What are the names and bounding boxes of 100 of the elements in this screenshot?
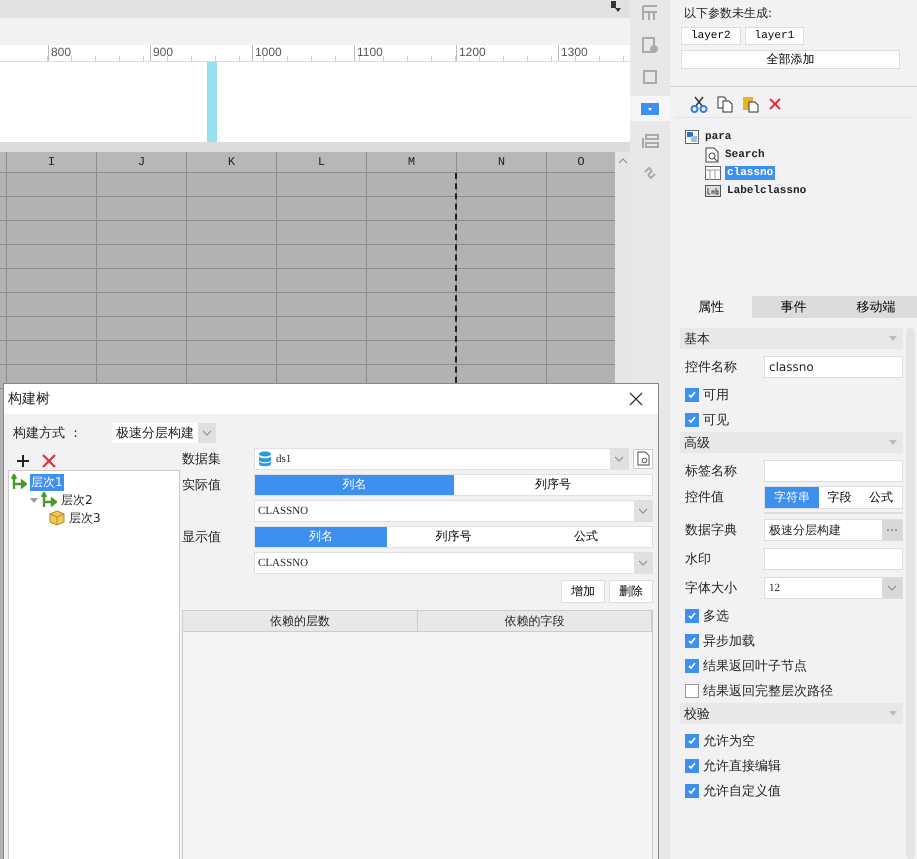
- section-header[interactable]: 基本: [680, 328, 903, 349]
- collapse-icon[interactable]: [889, 336, 897, 341]
- tree-node[interactable]: 层次3: [68, 510, 102, 526]
- column-select[interactable]: CLASSNO: [254, 500, 653, 522]
- collapse-icon[interactable]: [889, 440, 897, 445]
- build-mode-select[interactable]: 极速分层构建: [112, 423, 216, 443]
- check-icon: [687, 760, 697, 770]
- checkbox-label: 可见: [703, 412, 729, 428]
- section-header[interactable]: 高级: [680, 432, 903, 453]
- search-document-icon: [705, 147, 719, 163]
- segment-option[interactable]: 列序号: [387, 526, 520, 546]
- text-field[interactable]: [764, 548, 903, 570]
- segment-option[interactable]: 列序号: [454, 474, 652, 494]
- form-icon: [685, 130, 699, 144]
- tree-node[interactable]: Search: [723, 148, 767, 162]
- select-field[interactable]: 12: [764, 576, 903, 598]
- checkbox-label: 可用: [703, 386, 729, 404]
- add-icon[interactable]: [16, 454, 30, 468]
- chevron-icon: [887, 584, 897, 590]
- more-button[interactable]: [882, 520, 902, 540]
- ruler-label: 900: [150, 45, 252, 61]
- ruler-label: 1000: [252, 45, 354, 61]
- column-header[interactable]: I: [7, 152, 97, 172]
- ruler-label: 1100: [354, 45, 456, 61]
- checkbox-label: 多选: [703, 608, 729, 624]
- tree-node[interactable]: Labelclassno: [725, 184, 808, 198]
- column-header[interactable]: K: [187, 152, 277, 172]
- column-header[interactable]: J: [97, 152, 187, 172]
- checkbox-label: 允许自定义值: [703, 782, 781, 800]
- checkbox-label: 结果返回叶子节点: [703, 658, 807, 674]
- close-icon[interactable]: [629, 392, 643, 406]
- checkbox[interactable]: [685, 758, 699, 772]
- chevron-icon: [638, 560, 648, 566]
- check-icon: [687, 390, 697, 400]
- add-all-button[interactable]: 全部添加: [681, 50, 900, 69]
- tree-node[interactable]: para: [703, 130, 734, 144]
- property-label: 水印: [684, 550, 712, 568]
- text-field[interactable]: [764, 460, 903, 482]
- column-header[interactable]: L: [277, 152, 367, 172]
- column-header[interactable]: M: [367, 152, 457, 172]
- column-header: 依赖的字段: [418, 611, 652, 631]
- property-label: 控件值: [684, 489, 725, 506]
- dialog-title: 构建树: [8, 390, 50, 408]
- document-search-icon: [636, 451, 650, 466]
- check-icon: [687, 660, 697, 670]
- layout-icon: [641, 132, 659, 150]
- section-header[interactable]: 校验: [680, 703, 903, 724]
- expand-icon[interactable]: [30, 496, 38, 504]
- dialog-button[interactable]: 增加: [561, 580, 605, 603]
- checkbox-label: 异步加载: [703, 632, 755, 650]
- paste-icon[interactable]: [742, 95, 760, 113]
- scroll-up-icon[interactable]: [618, 158, 628, 164]
- cut-icon[interactable]: [690, 95, 708, 113]
- collapse-icon[interactable]: [889, 711, 897, 716]
- column-header[interactable]: O: [547, 152, 615, 172]
- field-label: 数据集: [182, 450, 222, 468]
- param-chip[interactable]: layer2: [681, 27, 741, 45]
- checkbox[interactable]: [685, 684, 699, 698]
- checkbox[interactable]: [685, 608, 699, 622]
- checkbox-label: 结果返回完整层次路径: [703, 682, 833, 700]
- checkbox[interactable]: [685, 388, 699, 402]
- property-label: 字体大小: [684, 580, 738, 596]
- check-icon: [687, 786, 697, 796]
- branch-arrow-icon: [41, 492, 57, 508]
- preview-button[interactable]: [633, 448, 653, 468]
- dropdown-icon[interactable]: [610, 1, 622, 13]
- checkbox[interactable]: [685, 734, 699, 748]
- segment-option[interactable]: 公式: [860, 487, 902, 508]
- property-label: 控件名称: [684, 358, 738, 376]
- tree-node[interactable]: 层次2: [60, 492, 94, 508]
- panel-tab[interactable]: 事件: [752, 296, 835, 318]
- dialog-button[interactable]: 删除: [609, 580, 653, 603]
- field-label: 构建方式 ：: [13, 425, 82, 442]
- checkbox-label: 允许为空: [703, 732, 755, 750]
- checkbox[interactable]: [685, 784, 699, 798]
- checkbox-label: 允许直接编辑: [703, 758, 781, 774]
- checkbox[interactable]: [685, 412, 699, 426]
- panel-tab[interactable]: 移动端: [834, 296, 917, 318]
- chevron-icon: [614, 456, 624, 462]
- segment-option[interactable]: 字段: [818, 487, 860, 508]
- segment-option[interactable]: 公式: [520, 526, 652, 546]
- chevron-icon: [638, 508, 648, 514]
- param-chip[interactable]: layer1: [744, 27, 804, 45]
- database-icon: [258, 450, 272, 466]
- column-select[interactable]: CLASSNO: [254, 552, 653, 574]
- delete-icon[interactable]: [42, 454, 56, 468]
- column-marker[interactable]: [207, 62, 217, 142]
- dictionary-field[interactable]: 极速分层构建: [764, 518, 903, 540]
- frame-icon: [641, 68, 659, 86]
- check-icon: [687, 736, 697, 746]
- ruler-label: 1200: [456, 45, 558, 61]
- checkbox[interactable]: [685, 634, 699, 648]
- dataset-select[interactable]: ds1: [254, 448, 629, 470]
- checkbox[interactable]: [685, 658, 699, 672]
- column-header[interactable]: N: [457, 152, 547, 172]
- field-label: 实际值: [182, 476, 222, 494]
- delete-icon[interactable]: [768, 97, 782, 111]
- text-field[interactable]: classno: [764, 356, 903, 378]
- sidebar-tool[interactable]: [630, 96, 670, 121]
- copy-icon[interactable]: [716, 95, 734, 113]
